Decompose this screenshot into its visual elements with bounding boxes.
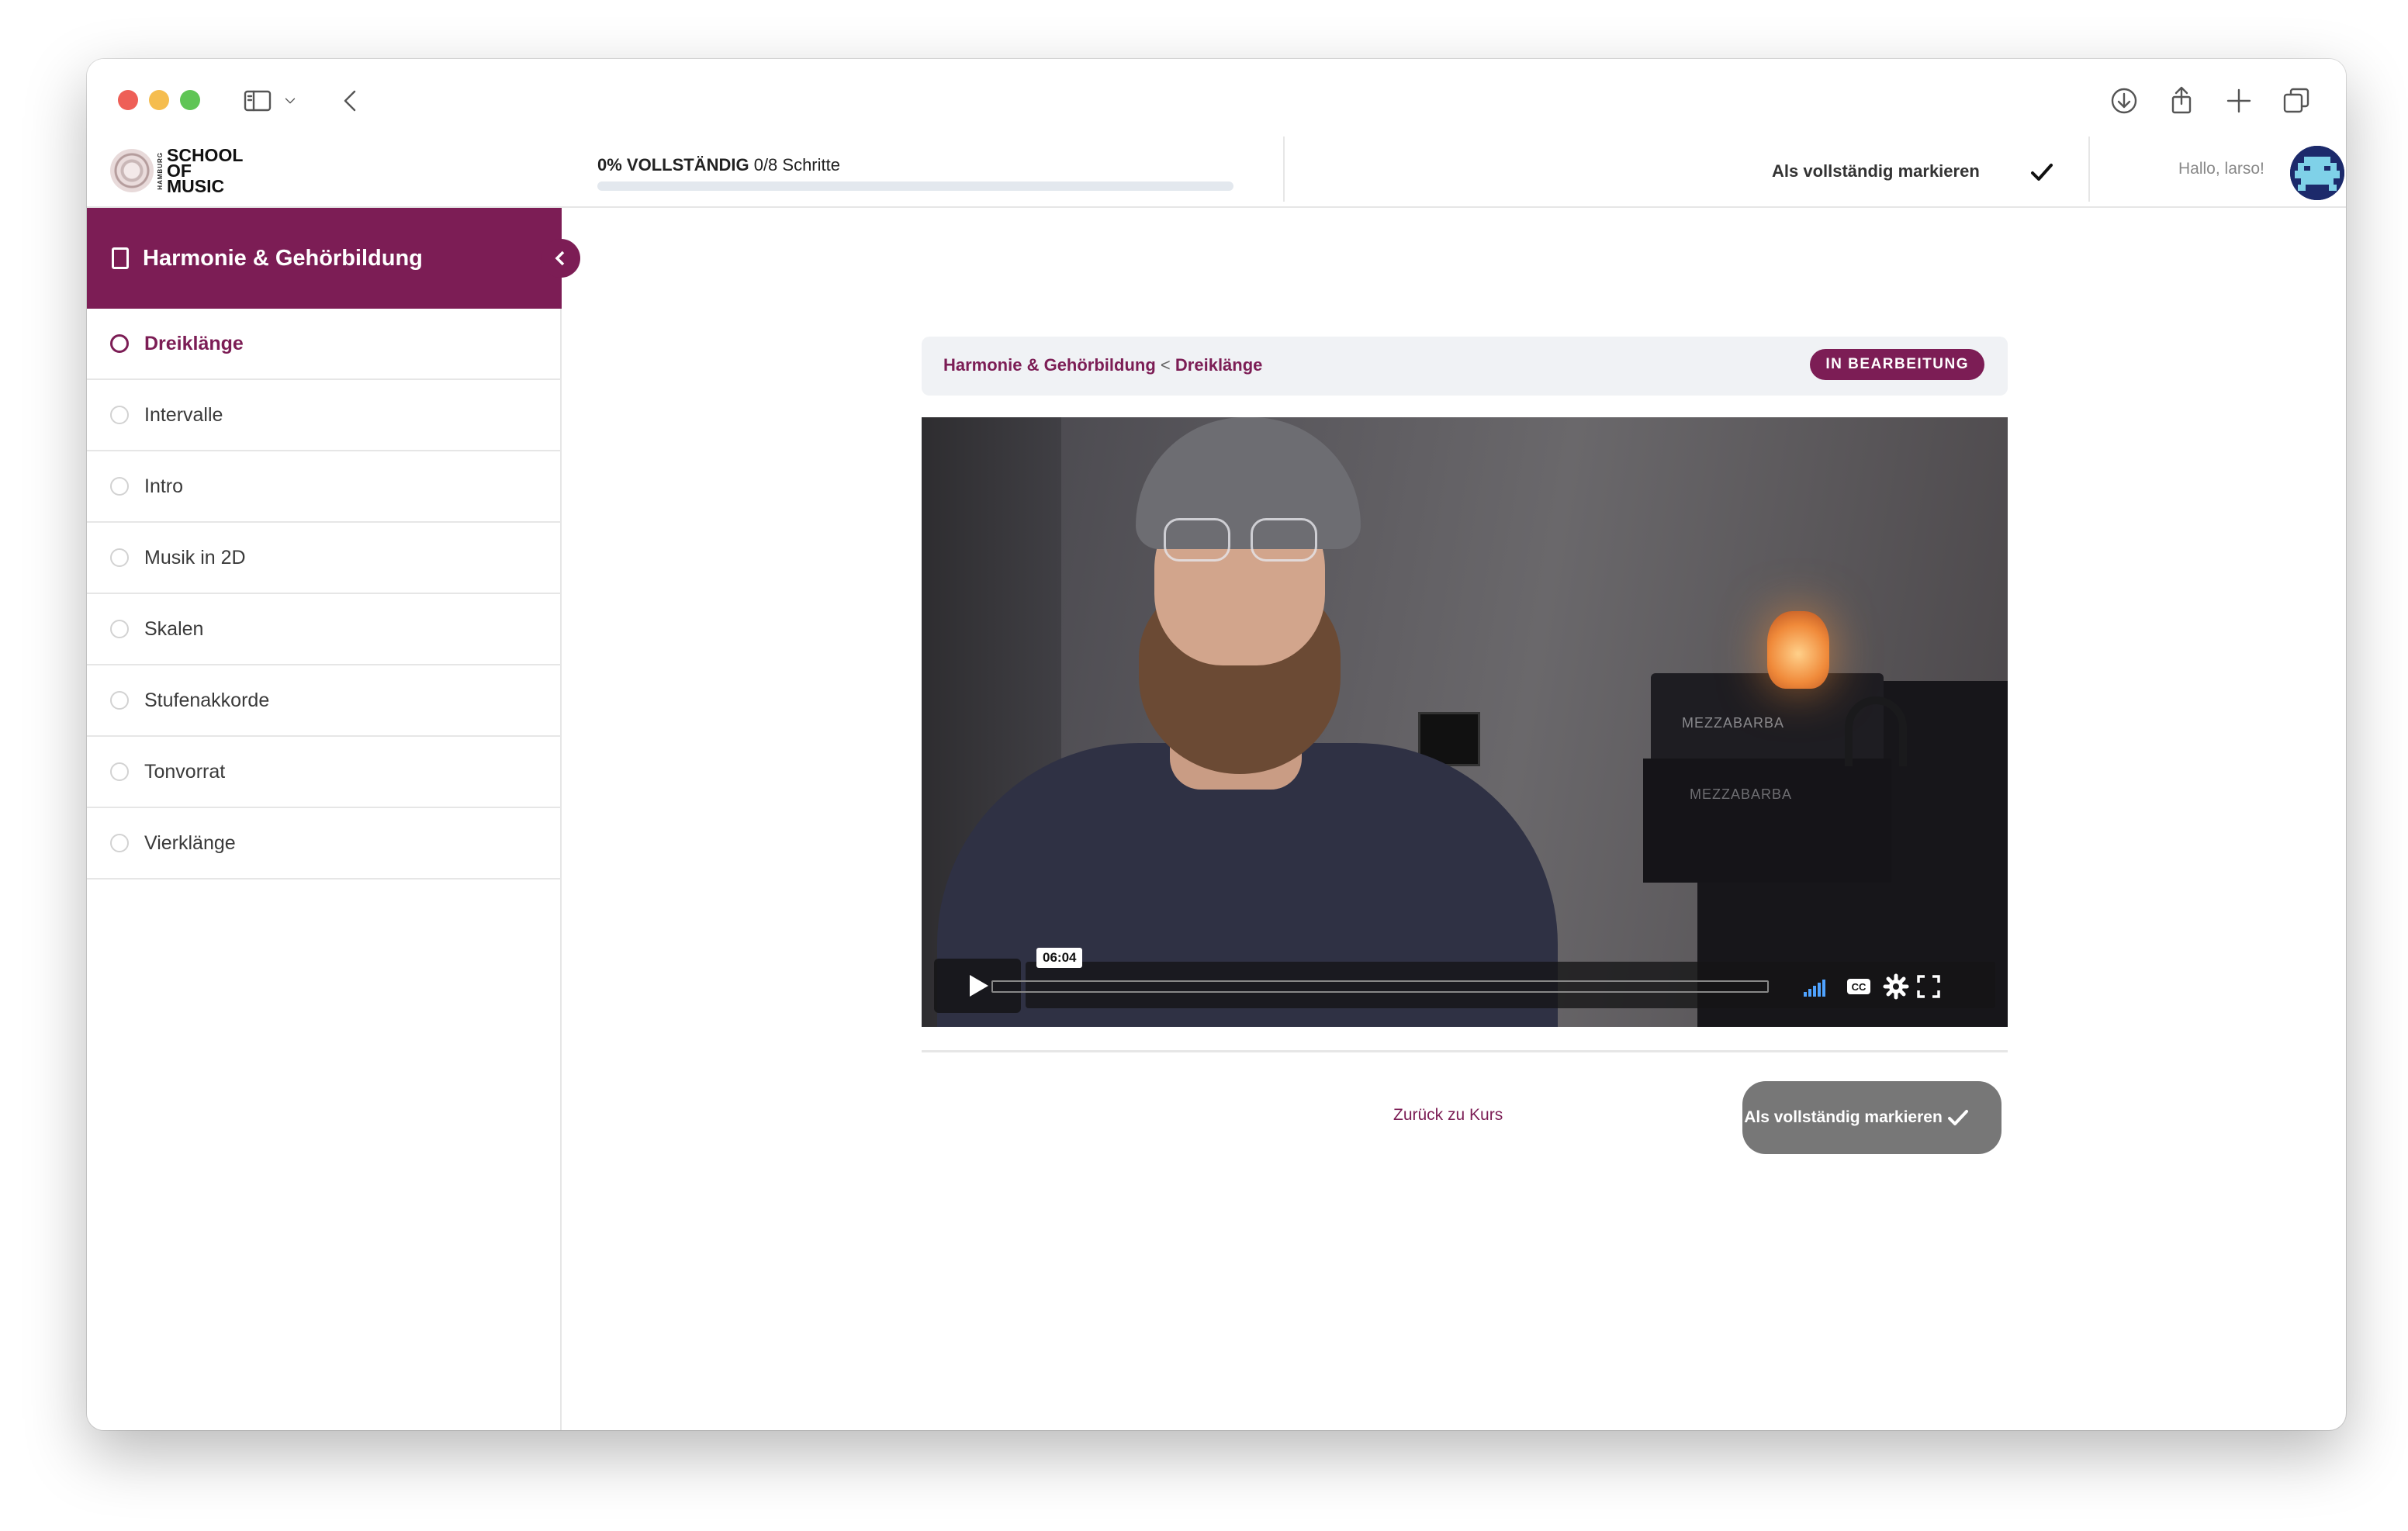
play-icon [970,975,988,997]
course-header[interactable]: Harmonie & Gehörbildung [87,208,562,309]
lesson-item[interactable]: Stufenakkorde [87,665,562,737]
browser-window: HAMBURG SCHOOL OF MUSIC 0% VOLLSTÄNDIG 0… [87,59,2346,1430]
zoom-window-button[interactable] [180,90,200,110]
browser-toolbar [87,59,2346,137]
lesson-label: Musik in 2D [144,546,246,569]
sidebar-toggle-icon[interactable] [237,81,278,121]
video-scrubber[interactable] [991,980,1769,993]
book-icon [112,247,129,269]
lesson-label: Tonvorrat [144,760,226,783]
chevron-left-icon [555,251,565,266]
app-header: HAMBURG SCHOOL OF MUSIC 0% VOLLSTÄNDIG 0… [87,137,2346,208]
lesson-header-box: Harmonie & Gehörbildung < Dreiklänge IN … [922,337,2008,396]
plus-icon[interactable] [2219,81,2259,121]
user-avatar[interactable] [2290,146,2344,200]
lesson-list: Dreiklänge Intervalle Intro Musik in 2D … [87,309,562,880]
lesson-item[interactable]: Musik in 2D [87,523,562,594]
vinyl-logo-icon [110,149,154,192]
lesson-status-icon [110,548,129,567]
lesson-item[interactable]: Skalen [87,594,562,665]
logo-vertical-text: HAMBURG [157,151,164,190]
breadcrumb-course-link[interactable]: Harmonie & Gehörbildung [943,355,1156,375]
volume-icon[interactable] [1801,973,1829,1001]
lesson-status-icon [110,691,129,710]
lesson-status-icon [110,477,129,496]
checkmark-icon[interactable] [2026,157,2057,188]
back-arrow-icon[interactable] [330,81,371,121]
lesson-label: Intro [144,475,184,497]
user-greeting: Hallo, larso! [2178,160,2264,178]
lesson-item[interactable]: Intervalle [87,380,562,451]
mark-complete-button-label: Als vollständig markieren [1744,1108,1943,1126]
lesson-status-icon [110,406,129,424]
breadcrumb: Harmonie & Gehörbildung < Dreiklänge [943,355,1262,375]
share-icon[interactable] [2161,81,2202,121]
lesson-label: Dreiklänge [144,332,244,354]
lesson-label: Stufenakkorde [144,689,270,711]
back-to-course-link[interactable]: Zurück zu Kurs [1393,1106,1503,1125]
lesson-status-icon [110,834,129,852]
video-player[interactable]: MEZZABARBA MEZZABARBA CC 06:04 [922,417,2008,1027]
collapse-sidebar-button[interactable] [541,239,580,278]
minimize-window-button[interactable] [149,90,169,110]
lesson-item[interactable]: Intro [87,451,562,523]
salt-lamp-prop [1767,611,1829,689]
amp-brand-text: MEZZABARBA [1682,715,1785,731]
course-progress-label: 0% VOLLSTÄNDIG 0/8 Schritte [597,155,840,175]
content-divider [922,1050,2008,1052]
tabs-overview-icon[interactable] [2276,81,2316,121]
settings-gear-icon[interactable] [1882,973,1910,1001]
breadcrumb-separator: < [1160,355,1171,375]
captions-icon[interactable]: CC [1845,973,1873,1001]
logo-text: SCHOOL OF MUSIC [167,147,243,196]
download-icon[interactable] [2104,81,2144,121]
mark-complete-button[interactable]: Als vollständig markieren [1742,1081,2001,1154]
progress-steps: 0/8 Schritte [753,155,840,175]
headphones-prop [1845,696,1907,766]
lesson-label: Intervalle [144,403,223,426]
lesson-status-icon [110,762,129,781]
header-divider [2088,137,2090,202]
course-progress-bar [597,181,1233,191]
lesson-item[interactable]: Vierklänge [87,808,562,880]
fullscreen-icon[interactable] [1915,973,1943,1001]
course-title: Harmonie & Gehörbildung [143,245,423,271]
lesson-label: Vierklänge [144,831,236,854]
video-duration-tooltip: 06:04 [1036,948,1083,968]
chevron-down-icon[interactable] [276,81,304,121]
video-amp-prop: MEZZABARBA [1643,759,1891,883]
close-window-button[interactable] [118,90,138,110]
video-control-bar: CC [991,962,1995,1008]
amp-brand-text: MEZZABARBA [1690,786,1793,802]
lesson-status-icon [110,620,129,638]
svg-text:CC: CC [1852,981,1867,993]
logo-text-line: MUSIC [167,176,225,196]
status-badge: IN BEARBEITUNG [1810,349,1984,380]
course-sidebar: Harmonie & Gehörbildung Dreiklänge Inter… [87,208,580,1430]
mark-complete-header-label[interactable]: Als vollständig markieren [1772,161,1980,181]
progress-percent: 0% VOLLSTÄNDIG [597,155,749,175]
checkmark-icon [1948,1110,1968,1125]
school-logo[interactable]: HAMBURG SCHOOL OF MUSIC [110,141,243,200]
header-divider [1283,137,1285,202]
lesson-status-icon [110,334,129,353]
video-person-glasses [1164,518,1319,562]
lesson-item[interactable]: Dreiklänge [87,309,562,380]
lesson-label: Skalen [144,617,204,640]
lesson-item[interactable]: Tonvorrat [87,737,562,808]
video-controls: CC 06:04 [934,948,1995,1013]
breadcrumb-lesson[interactable]: Dreiklänge [1175,355,1263,375]
